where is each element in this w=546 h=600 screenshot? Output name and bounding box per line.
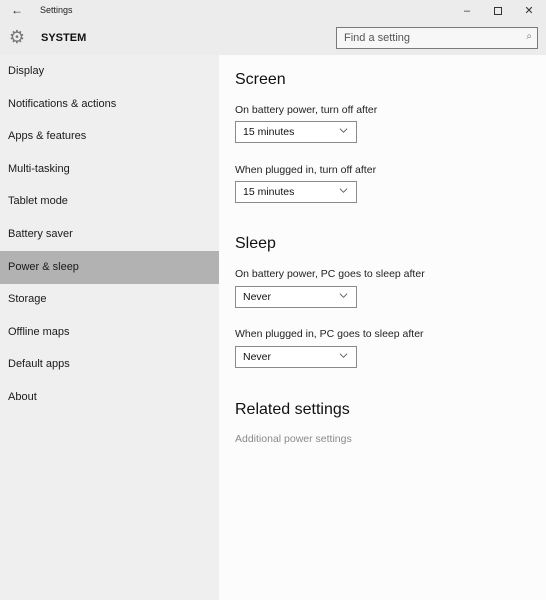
dropdown-value: Never	[243, 291, 272, 303]
chevron-down-icon	[339, 353, 348, 358]
back-arrow-icon[interactable]: ←	[10, 3, 24, 17]
content-pane: Screen On battery power, turn off after …	[219, 55, 546, 600]
dropdown-value: 15 minutes	[243, 126, 295, 138]
screen-heading: Screen	[235, 71, 286, 88]
additional-power-settings-link[interactable]: Additional power settings	[235, 433, 352, 445]
sleep-battery-label: On battery power, PC goes to sleep after	[235, 268, 425, 280]
chevron-down-icon	[339, 188, 348, 193]
dropdown-value: Never	[243, 351, 272, 363]
sidebar-item-tablet-mode[interactable]: Tablet mode	[0, 185, 219, 218]
sidebar-item-storage[interactable]: Storage	[0, 283, 219, 316]
search-icon[interactable]: ⌕	[526, 31, 532, 42]
dropdown-value: 15 minutes	[243, 186, 295, 198]
sidebar-item-apps-features[interactable]: Apps & features	[0, 120, 219, 153]
chevron-down-icon	[339, 128, 348, 133]
sidebar: Display Notifications & actions Apps & f…	[0, 55, 219, 600]
sidebar-item-battery-saver[interactable]: Battery saver	[0, 218, 219, 251]
close-button[interactable]: ✕	[514, 2, 544, 20]
screen-battery-label: On battery power, turn off after	[235, 104, 378, 116]
screen-battery-dropdown[interactable]: 15 minutes	[235, 121, 357, 143]
sleep-plugged-label: When plugged in, PC goes to sleep after	[235, 328, 424, 340]
gear-icon: ⚙	[8, 27, 26, 47]
search-input[interactable]: Find a setting ⌕	[336, 27, 538, 49]
title-bar: ← Settings – ✕	[0, 0, 546, 22]
sleep-heading: Sleep	[235, 235, 276, 252]
screen-plugged-label: When plugged in, turn off after	[235, 164, 377, 176]
sidebar-item-power-sleep[interactable]: Power & sleep	[0, 250, 219, 284]
window-title: Settings	[40, 5, 73, 15]
maximize-icon	[494, 7, 502, 16]
sidebar-item-notifications[interactable]: Notifications & actions	[0, 88, 219, 121]
sidebar-item-default-apps[interactable]: Default apps	[0, 348, 219, 381]
section-title: SYSTEM	[41, 32, 87, 44]
screen-plugged-dropdown[interactable]: 15 minutes	[235, 181, 357, 203]
related-settings-heading: Related settings	[235, 401, 350, 418]
sleep-battery-dropdown[interactable]: Never	[235, 286, 357, 308]
page-header: ⚙ SYSTEM Find a setting ⌕	[0, 22, 546, 55]
sidebar-item-display[interactable]: Display	[0, 55, 219, 88]
search-placeholder: Find a setting	[344, 32, 411, 44]
minimize-button[interactable]: –	[452, 2, 482, 20]
maximize-button[interactable]	[483, 2, 513, 20]
sidebar-item-multitasking[interactable]: Multi-tasking	[0, 153, 219, 186]
sidebar-item-offline-maps[interactable]: Offline maps	[0, 316, 219, 349]
sleep-plugged-dropdown[interactable]: Never	[235, 346, 357, 368]
chevron-down-icon	[339, 293, 348, 298]
sidebar-item-about[interactable]: About	[0, 381, 219, 414]
